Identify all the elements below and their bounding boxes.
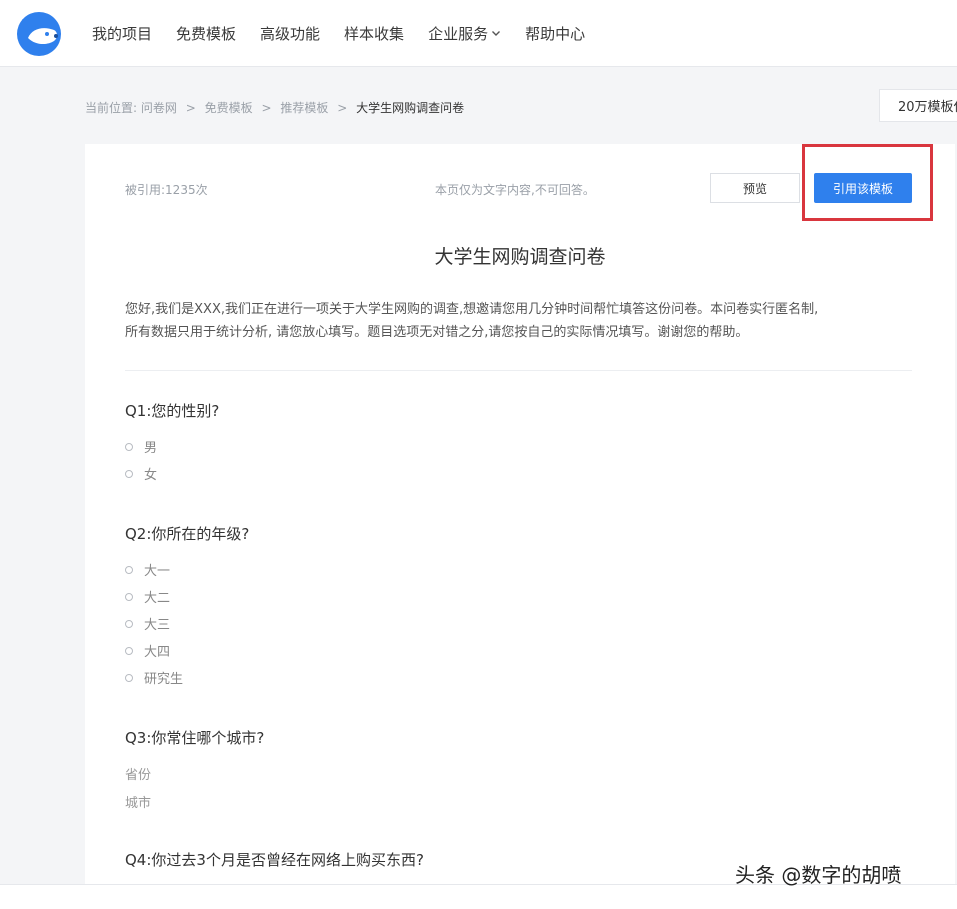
citation-count: 被引用:1235次 <box>125 183 208 197</box>
breadcrumb-link-free-templates[interactable]: 免费模板 <box>205 101 253 115</box>
nav-label: 免费模板 <box>176 24 237 43</box>
radio-icon <box>125 619 133 628</box>
question-title-q3: Q3:你常住哪个城市? <box>125 729 265 747</box>
radio-option[interactable]: 大二 <box>125 587 170 606</box>
nav-free-templates[interactable]: 免费模板 <box>176 23 236 44</box>
nav-my-projects[interactable]: 我的项目 <box>92 23 152 44</box>
nav-advanced-features[interactable]: 高级功能 <box>260 23 320 44</box>
option-label: 大三 <box>144 618 171 633</box>
radio-option[interactable]: 大三 <box>125 614 170 633</box>
option-label: 女 <box>144 468 158 483</box>
option-label: 大二 <box>144 591 171 606</box>
radio-icon <box>125 646 133 655</box>
nav-label: 我的项目 <box>92 24 153 43</box>
nav-label: 高级功能 <box>260 24 321 43</box>
nav-enterprise-services[interactable]: 企业服务 <box>428 23 501 44</box>
province-field-label: 省份 <box>125 768 152 783</box>
nav-help-center[interactable]: 帮助中心 <box>525 23 585 44</box>
question-title-q1: Q1:您的性别? <box>125 402 220 420</box>
dog-logo-icon[interactable] <box>14 10 64 56</box>
option-label: 大四 <box>144 645 171 660</box>
main-nav: 我的项目 免费模板 高级功能 样本收集 企业服务 帮助中心 <box>92 0 609 66</box>
radio-option[interactable]: 大四 <box>125 641 170 660</box>
radio-option[interactable]: 大一 <box>125 560 170 579</box>
preview-button-label: 预览 <box>742 181 767 196</box>
breadcrumb-link-recommended[interactable]: 推荐模板 <box>280 101 328 115</box>
breadcrumb-prefix: 当前位置: <box>85 101 138 115</box>
read-only-notice: 本页仅为文字内容,不可回答。 <box>435 183 595 197</box>
option-label: 大一 <box>144 564 171 579</box>
question-title-q2: Q2:你所在的年级? <box>125 525 250 543</box>
option-label: 研究生 <box>144 672 184 687</box>
survey-card: 被引用:1235次 本页仅为文字内容,不可回答。 预览 引用该模板 大学生网购调… <box>85 144 955 904</box>
question-title-q4: Q4:你过去3个月是否曾经在网络上购买东西? <box>125 851 424 869</box>
templates-button-label: 20万模板任 <box>898 100 957 115</box>
radio-option[interactable]: 女 <box>125 464 157 483</box>
nav-label: 帮助中心 <box>525 24 586 43</box>
intro-line: 所有数据只用于统计分析, 请您放心填写。题目选项无对错之分,请您按自己的实际情况… <box>125 325 749 340</box>
top-navigation-bar: 我的项目 免费模板 高级功能 样本收集 企业服务 帮助中心 <box>0 0 957 67</box>
breadcrumb-link-wenjuan[interactable]: 问卷网 <box>141 101 177 115</box>
radio-icon <box>125 592 133 601</box>
watermark-text: 头条 @数字的胡喷 <box>735 863 902 887</box>
intro-line: 您好,我们是XXX,我们正在进行一项关于大学生网购的调查,想邀请您用几分钟时间帮… <box>125 302 819 317</box>
radio-option[interactable]: 男 <box>125 437 157 456</box>
survey-title: 大学生网购调查问卷 <box>434 246 606 268</box>
breadcrumb-separator: > <box>337 101 348 115</box>
radio-icon <box>125 565 133 574</box>
radio-icon <box>125 673 133 682</box>
nav-label: 企业服务 <box>428 24 489 43</box>
breadcrumb-separator: > <box>185 101 196 115</box>
radio-icon <box>125 469 133 478</box>
radio-option[interactable]: 研究生 <box>125 668 183 687</box>
breadcrumb-separator: > <box>261 101 272 115</box>
divider <box>125 370 912 371</box>
city-field-label: 城市 <box>125 796 152 811</box>
option-label: 男 <box>144 441 158 456</box>
breadcrumb-current: 大学生网购调查问卷 <box>356 101 465 115</box>
chevron-down-icon <box>492 31 501 36</box>
survey-intro: 您好,我们是XXX,我们正在进行一项关于大学生网购的调查,想邀请您用几分钟时间帮… <box>125 298 925 344</box>
preview-button[interactable]: 预览 <box>710 173 800 203</box>
highlight-box <box>802 144 933 221</box>
breadcrumb: 当前位置: 问卷网 > 免费模板 > 推荐模板 > 大学生网购调查问卷 <box>85 99 464 116</box>
nav-label: 样本收集 <box>344 24 405 43</box>
radio-icon <box>125 442 133 451</box>
nav-sample-collection[interactable]: 样本收集 <box>344 23 404 44</box>
templates-button[interactable]: 20万模板任 <box>879 89 957 122</box>
